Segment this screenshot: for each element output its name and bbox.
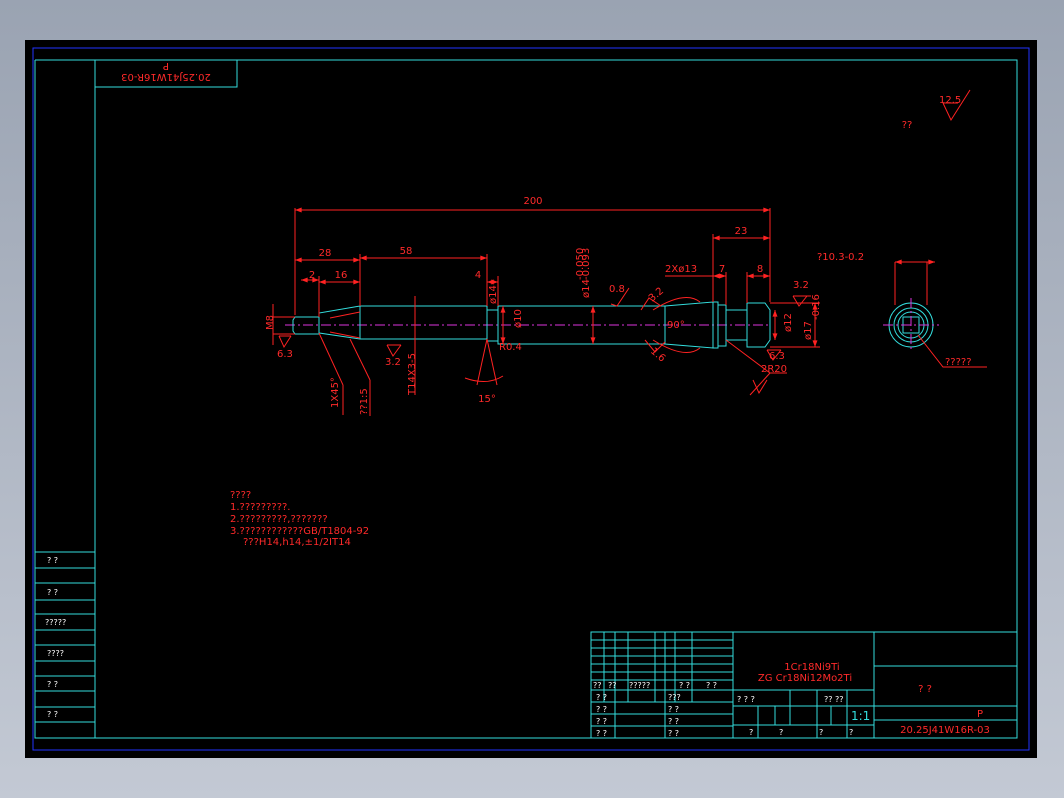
drawing-number: 20.25J41W16R-03 (900, 725, 990, 736)
tb-sign-2a: ? ? (596, 717, 607, 726)
svg-text:3.2: 3.2 (385, 357, 401, 368)
cad-viewport[interactable]: 20.25J41W16R-03 P ? ? ? ? ????? ???? ? ?… (25, 40, 1037, 758)
svg-text:ø17: ø17 (803, 321, 814, 340)
svg-text:6.3: 6.3 (277, 349, 293, 360)
tb-mid-footer-1: ? (779, 728, 783, 737)
svg-text:2R20: 2R20 (761, 364, 787, 375)
strip-label-0: ? ? (47, 556, 58, 565)
tb-sign-0b: ??? (668, 693, 681, 702)
notes-heading: ???? (230, 490, 251, 501)
scale-value: 1:1 (851, 709, 870, 723)
svg-text:3.2: 3.2 (647, 286, 666, 305)
tb-sign-1a: ? ? (596, 705, 607, 714)
notes-line-2: 2.?????????,??????? (230, 514, 328, 525)
tb-sign-3a: ? ? (596, 729, 607, 738)
tb-header-1: ?? (608, 681, 617, 690)
svg-text:0.8: 0.8 (609, 284, 625, 295)
tb-mid-footer-2: ? (819, 728, 823, 737)
svg-text:??1:5: ??1:5 (359, 388, 370, 415)
tb-header-0: ?? (593, 681, 602, 690)
svg-text:8: 8 (757, 264, 763, 275)
svg-text:ø10: ø10 (513, 309, 524, 328)
title-block: ?? ?? ????? ? ? ? ? ? ? ??? ? ? ? ? ? ? … (590, 631, 1018, 739)
tb-mid-footer-3: ? (849, 728, 853, 737)
svg-text:ø12: ø12 (783, 313, 794, 332)
svg-text:6.3: 6.3 (769, 351, 785, 362)
svg-text:20.25J41W16R-03: 20.25J41W16R-03 (121, 71, 211, 82)
tb-mid-header-1: ?? ?? (824, 695, 844, 704)
svg-text:28: 28 (319, 248, 332, 259)
tb-mid-header-0: ? ? ? (737, 695, 755, 704)
svg-text:P: P (163, 60, 169, 71)
outer-border (32, 47, 1030, 751)
svg-text:T14X3-5: T14X3-5 (407, 353, 418, 396)
svg-text:-0.16: -0.16 (811, 294, 822, 320)
svg-text:??: ?? (902, 120, 913, 131)
engineering-drawing: 20.25J41W16R-03 P ? ? ? ? ????? ???? ? ?… (32, 47, 1030, 751)
svg-text:16: 16 (335, 270, 348, 281)
rev-mark: P (977, 709, 983, 720)
inner-frame (94, 59, 1018, 739)
side-view: ?10.3-0.2 ????? (817, 252, 987, 368)
strip-label-5: ? ? (47, 710, 58, 719)
material-2: ZG Cr18Ni12Mo2Ti (758, 673, 852, 684)
svg-text:7: 7 (719, 264, 725, 275)
rotated-number: 20.25J41W16R-03 P (121, 60, 211, 82)
svg-text:12.5: 12.5 (939, 95, 961, 106)
strip-label-1: ? ? (47, 588, 58, 597)
strip-label-4: ? ? (47, 680, 58, 689)
svg-text:90°: 90° (667, 320, 685, 331)
svg-text:ø14: ø14 (581, 279, 592, 298)
technical-notes: ???? 1.?????????. 2.?????????,??????? 3.… (230, 490, 369, 548)
svg-text:23: 23 (735, 226, 748, 237)
general-roughness: 12.5 ?? (902, 89, 971, 131)
tb-sign-3b: ? ? (668, 729, 679, 738)
svg-text:3.2: 3.2 (793, 280, 809, 291)
roughness-symbols: 6.3 3.2 0.8 3.2 1.6 3.2 6.3 (277, 280, 811, 395)
strip-label-2: ????? (45, 618, 66, 627)
left-strip-table: ? ? ? ? ????? ???? ? ? ? ? (34, 551, 96, 739)
tb-header-3: ? ? (679, 681, 690, 690)
tb-header-4: ? ? (706, 681, 717, 690)
notes-line-3: 3.????????????GB/T1804-92 (230, 526, 369, 537)
svg-text:2: 2 (309, 270, 315, 281)
tb-sign-2b: ? ? (668, 717, 679, 726)
notes-line-4: ???H14,h14,±1/2IT14 (243, 537, 351, 548)
tb-header-2: ????? (629, 681, 650, 690)
tb-mid-footer-0: ? (749, 728, 753, 737)
svg-text:1X45°: 1X45° (330, 377, 341, 408)
material-1: 1Cr18Ni9Ti (784, 662, 839, 673)
tb-sign-0a: ? ? (596, 693, 607, 702)
svg-text:?10.3-0.2: ?10.3-0.2 (817, 252, 864, 263)
svg-text:ø14: ø14 (488, 285, 499, 304)
svg-text:R0.4: R0.4 (499, 342, 522, 353)
svg-text:4: 4 (475, 270, 481, 281)
part-title: ? ? (918, 684, 932, 695)
strip-label-3: ???? (47, 649, 64, 658)
notes-line-1: 1.?????????. (230, 502, 291, 513)
svg-text:15°: 15° (478, 394, 496, 405)
svg-text:200: 200 (523, 196, 542, 207)
svg-text:?????: ????? (945, 357, 972, 368)
svg-text:-0.093: -0.093 (581, 248, 592, 280)
svg-text:2Xø13: 2Xø13 (665, 264, 697, 275)
svg-text:58: 58 (400, 246, 413, 257)
tb-sign-1b: ? ? (668, 705, 679, 714)
